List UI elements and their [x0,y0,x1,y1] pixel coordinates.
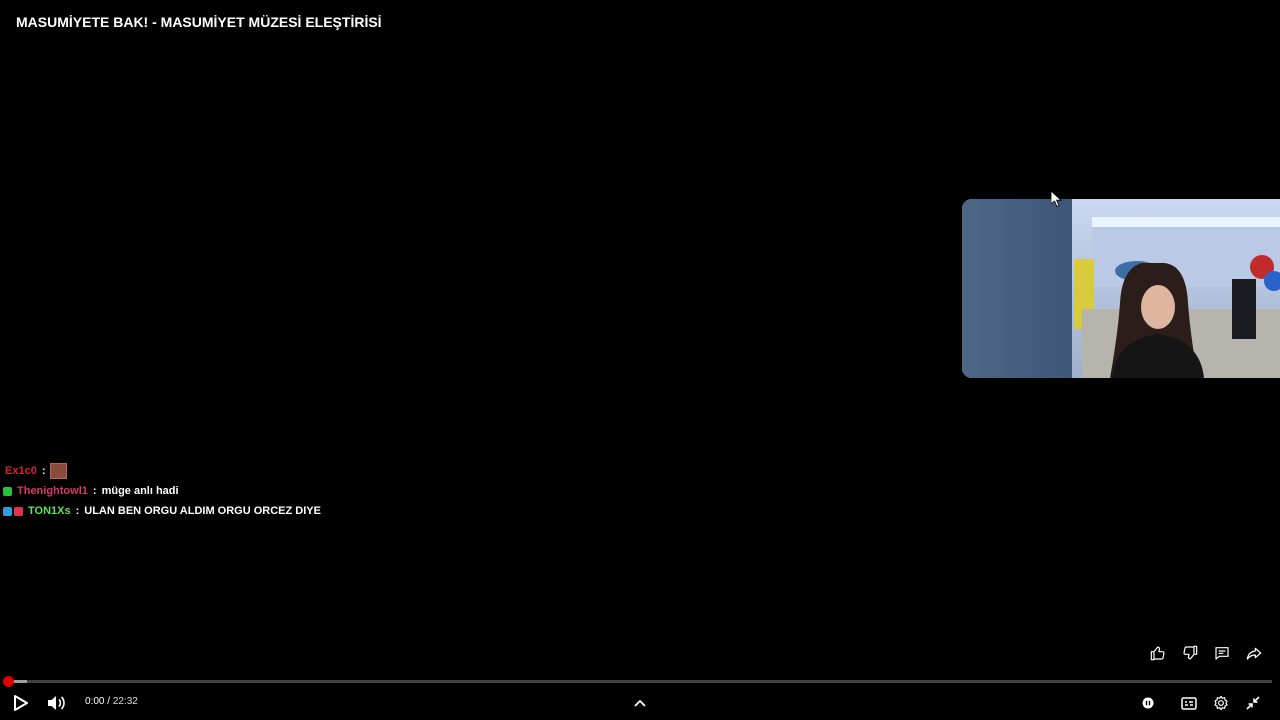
chat-username: TON1Xs [28,505,71,517]
share-button[interactable] [1244,643,1264,663]
exit-fullscreen-button[interactable] [1241,691,1265,715]
chat-username: Ex1c0 [5,465,37,477]
current-time: 0:00 [85,696,105,707]
duration: 22:32 [112,696,138,707]
comments-button[interactable] [1212,643,1232,663]
autoplay-toggle[interactable] [1141,691,1165,715]
thumbs-down-icon [1183,645,1198,660]
webcam-image [962,199,1280,378]
settings-button[interactable] [1209,691,1233,715]
time-separator: / [104,696,113,707]
chat-text: müge anlı hadi [101,485,179,497]
mouse-cursor-icon [1051,191,1063,207]
mute-button[interactable] [44,691,68,715]
gear-icon [1214,695,1228,711]
chat-message: TON1Xs : ULAN BEN ORGU ALDIM ORGU ORCEZ … [3,501,321,521]
progress-bar[interactable] [3,676,1272,687]
chat-text: ULAN BEN ORGU ALDIM ORGU ORCEZ DIYE [84,505,321,517]
chat-username: Thenightowl1 [17,485,88,497]
chat-emote [50,463,68,479]
captions-icon [1181,696,1197,710]
chat-badge-icon [14,506,23,516]
volume-icon [48,696,65,710]
captions-button[interactable] [1177,691,1201,715]
chat-badge-icon [3,506,12,516]
comment-icon [1215,647,1229,660]
share-icon [1246,647,1262,660]
thumbs-up-icon [1150,646,1165,661]
play-icon [14,695,28,711]
video-title[interactable]: MASUMİYETE BAK! - MASUMİYET MÜZESİ ELEŞT… [16,14,382,30]
time-display: 0:00 / 22:32 [85,696,138,707]
player-controls: 0:00 / 22:32 [0,688,1280,716]
chat-separator: : [92,485,97,497]
scrubber-handle[interactable] [3,676,14,687]
chat-message: Ex1c0 : [3,461,321,481]
chevron-up-icon [634,699,646,707]
chat-badge-icon [3,486,12,496]
exit-fullscreen-icon [1246,696,1260,710]
expand-panel-button[interactable] [628,691,652,715]
chat-separator: : [41,465,46,477]
chat-overlay: Ex1c0 : Thenightowl1 : müge anlı hadi TO… [3,461,321,521]
webcam-overlay [962,199,1280,378]
autoplay-toggle-icon [1142,697,1164,709]
play-button[interactable] [9,691,33,715]
chat-message: Thenightowl1 : müge anlı hadi [3,481,321,501]
like-button[interactable] [1148,643,1168,663]
video-actions [1148,643,1264,663]
chat-separator: : [75,505,80,517]
dislike-button[interactable] [1180,643,1200,663]
